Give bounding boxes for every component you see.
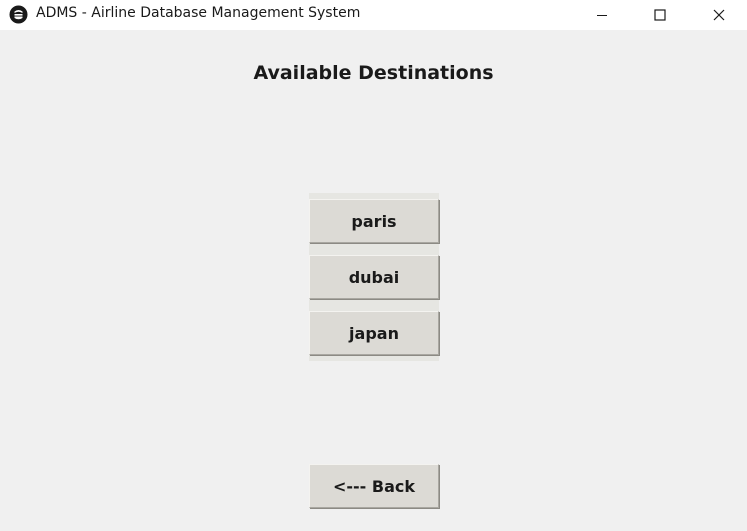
page-title: Available Destinations bbox=[253, 62, 494, 84]
destination-button-japan[interactable]: japan bbox=[309, 311, 439, 355]
back-button[interactable]: <--- Back bbox=[309, 464, 439, 508]
title-bar[interactable]: ADMS - Airline Database Management Syste… bbox=[0, 0, 747, 30]
minimize-button[interactable] bbox=[579, 0, 625, 30]
destination-button-paris[interactable]: paris bbox=[309, 199, 439, 243]
app-window: ADMS - Airline Database Management Syste… bbox=[0, 0, 747, 531]
close-button[interactable] bbox=[696, 0, 742, 30]
close-icon bbox=[713, 9, 725, 21]
maximize-button[interactable] bbox=[637, 0, 683, 30]
maximize-icon bbox=[654, 9, 666, 21]
app-icon bbox=[9, 5, 28, 24]
destination-button-dubai[interactable]: dubai bbox=[309, 255, 439, 299]
minimize-icon bbox=[597, 15, 607, 16]
window-title: ADMS - Airline Database Management Syste… bbox=[36, 5, 361, 21]
